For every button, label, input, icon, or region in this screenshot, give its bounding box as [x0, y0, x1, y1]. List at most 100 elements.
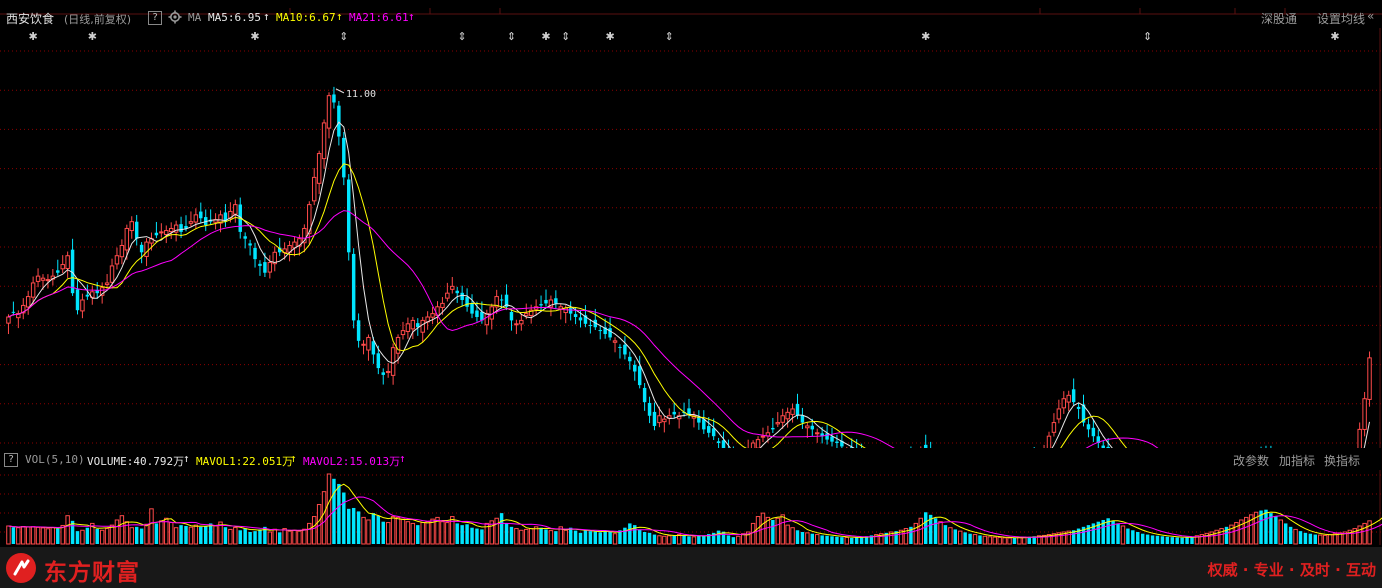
candle-body [652, 411, 657, 426]
candle [519, 313, 524, 331]
volume-bar [598, 532, 602, 544]
volume-chart[interactable] [0, 470, 1382, 545]
volume-bar [612, 533, 618, 545]
indicator-name: MA [188, 11, 202, 24]
volume-bar [253, 531, 257, 544]
candle [1091, 419, 1096, 442]
candle [342, 132, 346, 186]
volume-bar [1012, 537, 1017, 544]
candle [381, 368, 385, 385]
candle [920, 446, 922, 448]
add-indicator-button[interactable]: 加指标 [1279, 452, 1315, 469]
volume-bar [1332, 533, 1338, 545]
mavol2-arrow-icon: ↑ [399, 452, 406, 465]
candle [755, 436, 761, 448]
brand-logo-icon [6, 553, 36, 583]
volume-bar [637, 529, 642, 544]
volume-bar [16, 527, 21, 545]
candle-body [1086, 424, 1091, 430]
candle-body [65, 255, 70, 270]
candle-body [199, 211, 203, 219]
volume-bar [568, 527, 573, 544]
gear-icon-svg [168, 10, 182, 24]
gear-icon[interactable] [168, 10, 182, 24]
candle [129, 216, 134, 239]
candle [321, 119, 327, 169]
candle [50, 269, 56, 286]
candle-body [687, 408, 691, 415]
set-ma-button[interactable]: 设置均线 [1317, 10, 1365, 27]
volume-bar [450, 516, 455, 545]
price-annotations: 11.006.17 [335, 88, 376, 100]
switch-indicator-button[interactable]: 换指标 [1324, 452, 1360, 469]
price-grid [0, 28, 1382, 448]
candle-body [637, 366, 642, 386]
help-button[interactable]: ? [148, 11, 162, 25]
volume-bar [243, 528, 247, 544]
candle-body [795, 403, 800, 416]
candle [470, 294, 474, 319]
candle-body [633, 364, 637, 372]
volume-bar [608, 531, 612, 544]
candle-body [612, 340, 618, 343]
candle [21, 298, 26, 320]
volume-bar [1190, 536, 1194, 544]
candle [114, 247, 120, 270]
candle [420, 316, 425, 343]
candle [400, 321, 406, 340]
volume-bar [854, 537, 859, 544]
volume-bar [702, 535, 706, 544]
candle-body [499, 299, 504, 301]
stock-name[interactable]: 西安饮食 [6, 10, 54, 27]
volume-bar [480, 529, 484, 544]
volume-bar [99, 529, 105, 545]
candle-body [193, 214, 199, 223]
candle [558, 303, 564, 320]
volume-bar [642, 531, 647, 544]
candle-body [1076, 406, 1081, 409]
volume-bar [1185, 537, 1189, 544]
volume-bar [179, 525, 183, 544]
period-label[interactable]: (日线,前复权) [64, 11, 131, 27]
event-star-marker: ✱ [541, 30, 550, 43]
volume-bar [544, 529, 548, 544]
collapse-chevron-icon[interactable]: « [1367, 9, 1374, 23]
event-star-marker: ✱ [921, 30, 930, 43]
ma10-value: MA10:6.67 [276, 11, 336, 24]
candle [1096, 429, 1101, 448]
candle-body [445, 292, 450, 299]
candle-body [243, 236, 247, 239]
candle [667, 408, 672, 425]
volume-bar [1362, 522, 1367, 545]
candle-body [1056, 408, 1062, 420]
candle [450, 276, 455, 294]
candle [356, 313, 361, 348]
candle [35, 268, 41, 288]
candle-body [321, 122, 327, 160]
candle-body [188, 221, 194, 224]
change-params-button[interactable]: 改参数 [1233, 452, 1269, 469]
candle [6, 314, 11, 335]
candle [1056, 399, 1062, 424]
price-chart-header: 西安饮食 (日线,前复权) ? MA MA5:6.95 ↑ MA10:6.67 … [0, 8, 1382, 28]
volume-bar [997, 536, 1002, 545]
candle [347, 174, 351, 261]
vol-help-button[interactable]: ? [4, 453, 18, 467]
volume-bar [573, 530, 578, 544]
volume-bar [21, 526, 26, 545]
volume-bar [603, 531, 607, 544]
volume-bar [347, 508, 351, 544]
candle [504, 284, 509, 311]
volume-bar [1007, 537, 1012, 545]
volume-bar [519, 529, 524, 545]
volume-bar [652, 534, 657, 544]
candle-body [1071, 389, 1076, 403]
candle [233, 199, 238, 223]
candlestick-chart[interactable]: ✱ ✱ ✱ ⇕ ⇕ ⇕ ✱ ⇕ ✱ ⇕ ✱ ⇕ ✱ 11.006.17 [0, 28, 1382, 448]
candle-body [578, 317, 583, 321]
candle [119, 239, 125, 265]
exchange-button[interactable]: 深股通 [1261, 10, 1297, 27]
candle [750, 440, 756, 448]
volume-bar [40, 527, 46, 545]
candle-body [814, 432, 820, 435]
